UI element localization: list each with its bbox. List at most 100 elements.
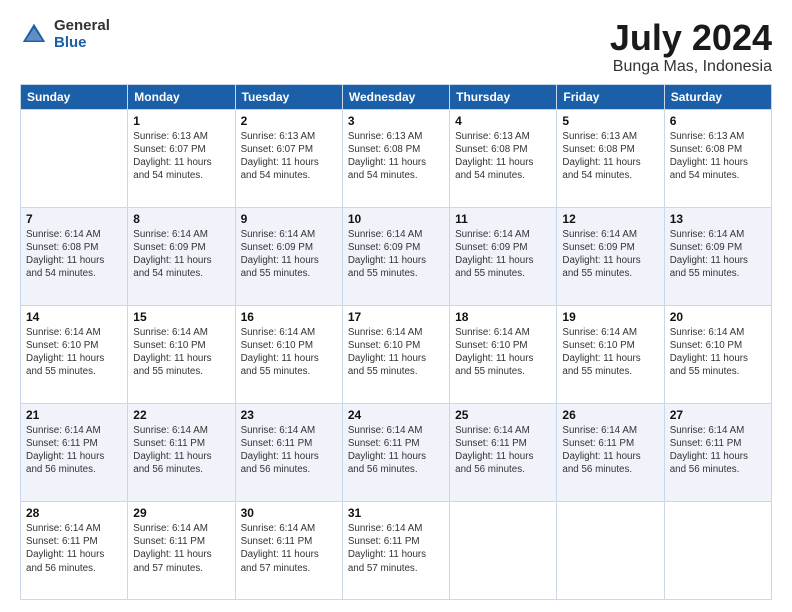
day-info: Sunrise: 6:14 AM Sunset: 6:09 PM Dayligh…	[241, 228, 337, 281]
day-number: 1	[133, 114, 229, 128]
calendar-week-row: 1 Sunrise: 6:13 AM Sunset: 6:07 PM Daylig…	[21, 109, 772, 207]
day-number: 11	[455, 212, 551, 226]
table-row: 23 Sunrise: 6:14 AM Sunset: 6:11 PM Dayli…	[235, 403, 342, 501]
day-info: Sunrise: 6:14 AM Sunset: 6:10 PM Dayligh…	[670, 326, 766, 379]
day-number: 18	[455, 310, 551, 324]
table-row: 14 Sunrise: 6:14 AM Sunset: 6:10 PM Dayli…	[21, 305, 128, 403]
day-info: Sunrise: 6:14 AM Sunset: 6:11 PM Dayligh…	[133, 424, 229, 477]
page: General Blue July 2024 Bunga Mas, Indone…	[0, 0, 792, 612]
month-title: July 2024	[610, 18, 772, 58]
day-info: Sunrise: 6:14 AM Sunset: 6:10 PM Dayligh…	[455, 326, 551, 379]
day-number: 7	[26, 212, 122, 226]
table-row: 19 Sunrise: 6:14 AM Sunset: 6:10 PM Dayli…	[557, 305, 664, 403]
table-row: 6 Sunrise: 6:13 AM Sunset: 6:08 PM Daylig…	[664, 109, 771, 207]
day-info: Sunrise: 6:14 AM Sunset: 6:11 PM Dayligh…	[133, 522, 229, 575]
day-number: 9	[241, 212, 337, 226]
table-row: 18 Sunrise: 6:14 AM Sunset: 6:10 PM Dayli…	[450, 305, 557, 403]
day-info: Sunrise: 6:14 AM Sunset: 6:11 PM Dayligh…	[241, 522, 337, 575]
day-info: Sunrise: 6:14 AM Sunset: 6:09 PM Dayligh…	[455, 228, 551, 281]
table-row: 12 Sunrise: 6:14 AM Sunset: 6:09 PM Dayli…	[557, 207, 664, 305]
col-saturday: Saturday	[664, 84, 771, 109]
day-info: Sunrise: 6:14 AM Sunset: 6:11 PM Dayligh…	[455, 424, 551, 477]
table-row: 15Sunrise: 6:14 AM Sunset: 6:10 PM Dayli…	[128, 305, 235, 403]
day-info: Sunrise: 6:14 AM Sunset: 6:11 PM Dayligh…	[241, 424, 337, 477]
table-row: 5 Sunrise: 6:13 AM Sunset: 6:08 PM Daylig…	[557, 109, 664, 207]
location: Bunga Mas, Indonesia	[610, 58, 772, 76]
day-info: Sunrise: 6:13 AM Sunset: 6:08 PM Dayligh…	[562, 130, 658, 183]
day-number: 12	[562, 212, 658, 226]
day-info: Sunrise: 6:14 AM Sunset: 6:09 PM Dayligh…	[670, 228, 766, 281]
day-info: Sunrise: 6:14 AM Sunset: 6:09 PM Dayligh…	[133, 228, 229, 281]
col-sunday: Sunday	[21, 84, 128, 109]
calendar-week-row: 14 Sunrise: 6:14 AM Sunset: 6:10 PM Dayli…	[21, 305, 772, 403]
day-info: Sunrise: 6:14 AM Sunset: 6:11 PM Dayligh…	[348, 424, 444, 477]
calendar-week-row: 21 Sunrise: 6:14 AM Sunset: 6:11 PM Dayli…	[21, 403, 772, 501]
header: General Blue July 2024 Bunga Mas, Indone…	[20, 18, 772, 76]
day-info: Sunrise: 6:14 AM Sunset: 6:11 PM Dayligh…	[670, 424, 766, 477]
day-number: 17	[348, 310, 444, 324]
day-number: 3	[348, 114, 444, 128]
day-info: Sunrise: 6:14 AM Sunset: 6:10 PM Dayligh…	[133, 326, 229, 379]
table-row: 22 Sunrise: 6:14 AM Sunset: 6:11 PM Dayli…	[128, 403, 235, 501]
table-row: 8Sunrise: 6:14 AM Sunset: 6:09 PM Daylig…	[128, 207, 235, 305]
day-number: 27	[670, 408, 766, 422]
day-info: Sunrise: 6:13 AM Sunset: 6:08 PM Dayligh…	[348, 130, 444, 183]
day-info: Sunrise: 6:14 AM Sunset: 6:09 PM Dayligh…	[348, 228, 444, 281]
table-row: 9 Sunrise: 6:14 AM Sunset: 6:09 PM Daylig…	[235, 207, 342, 305]
day-number: 22	[133, 408, 229, 422]
day-number: 21	[26, 408, 122, 422]
logo: General Blue	[20, 18, 110, 51]
day-number: 16	[241, 310, 337, 324]
col-tuesday: Tuesday	[235, 84, 342, 109]
logo-blue-label: Blue	[54, 35, 110, 52]
title-block: July 2024 Bunga Mas, Indonesia	[610, 18, 772, 76]
day-info: Sunrise: 6:14 AM Sunset: 6:10 PM Dayligh…	[26, 326, 122, 379]
table-row: 21Sunrise: 6:14 AM Sunset: 6:11 PM Dayli…	[21, 403, 128, 501]
logo-general-label: General	[54, 18, 110, 35]
logo-icon	[20, 21, 48, 49]
day-number: 25	[455, 408, 551, 422]
col-friday: Friday	[557, 84, 664, 109]
table-row: 27 Sunrise: 6:14 AM Sunset: 6:11 PM Dayli…	[664, 403, 771, 501]
table-row: 30 Sunrise: 6:14 AM Sunset: 6:11 PM Dayli…	[235, 501, 342, 599]
day-info: Sunrise: 6:14 AM Sunset: 6:10 PM Dayligh…	[348, 326, 444, 379]
table-row: 31 Sunrise: 6:14 AM Sunset: 6:11 PM Dayli…	[342, 501, 449, 599]
table-row: 26 Sunrise: 6:14 AM Sunset: 6:11 PM Dayli…	[557, 403, 664, 501]
day-info: Sunrise: 6:13 AM Sunset: 6:07 PM Dayligh…	[241, 130, 337, 183]
table-row: 10 Sunrise: 6:14 AM Sunset: 6:09 PM Dayli…	[342, 207, 449, 305]
day-number: 26	[562, 408, 658, 422]
table-row: 4Sunrise: 6:13 AM Sunset: 6:08 PM Daylig…	[450, 109, 557, 207]
table-row: 7Sunrise: 6:14 AM Sunset: 6:08 PM Daylig…	[21, 207, 128, 305]
day-info: Sunrise: 6:14 AM Sunset: 6:11 PM Dayligh…	[348, 522, 444, 575]
day-number: 29	[133, 506, 229, 520]
day-info: Sunrise: 6:13 AM Sunset: 6:08 PM Dayligh…	[670, 130, 766, 183]
day-number: 6	[670, 114, 766, 128]
day-number: 20	[670, 310, 766, 324]
day-info: Sunrise: 6:14 AM Sunset: 6:11 PM Dayligh…	[562, 424, 658, 477]
table-row: 20 Sunrise: 6:14 AM Sunset: 6:10 PM Dayli…	[664, 305, 771, 403]
day-number: 23	[241, 408, 337, 422]
col-thursday: Thursday	[450, 84, 557, 109]
day-number: 4	[455, 114, 551, 128]
calendar-header-row: Sunday Monday Tuesday Wednesday Thursday…	[21, 84, 772, 109]
table-row	[557, 501, 664, 599]
table-row: 13 Sunrise: 6:14 AM Sunset: 6:09 PM Dayli…	[664, 207, 771, 305]
table-row: 24Sunrise: 6:14 AM Sunset: 6:11 PM Dayli…	[342, 403, 449, 501]
table-row: 1Sunrise: 6:13 AM Sunset: 6:07 PM Daylig…	[128, 109, 235, 207]
day-number: 28	[26, 506, 122, 520]
day-number: 31	[348, 506, 444, 520]
table-row: 2 Sunrise: 6:13 AM Sunset: 6:07 PM Daylig…	[235, 109, 342, 207]
day-info: Sunrise: 6:14 AM Sunset: 6:09 PM Dayligh…	[562, 228, 658, 281]
table-row: 29 Sunrise: 6:14 AM Sunset: 6:11 PM Dayli…	[128, 501, 235, 599]
day-number: 2	[241, 114, 337, 128]
day-info: Sunrise: 6:14 AM Sunset: 6:10 PM Dayligh…	[241, 326, 337, 379]
day-number: 13	[670, 212, 766, 226]
day-number: 19	[562, 310, 658, 324]
day-info: Sunrise: 6:14 AM Sunset: 6:10 PM Dayligh…	[562, 326, 658, 379]
table-row	[664, 501, 771, 599]
day-number: 30	[241, 506, 337, 520]
day-number: 14	[26, 310, 122, 324]
table-row: 11 Sunrise: 6:14 AM Sunset: 6:09 PM Dayli…	[450, 207, 557, 305]
day-number: 5	[562, 114, 658, 128]
day-number: 10	[348, 212, 444, 226]
